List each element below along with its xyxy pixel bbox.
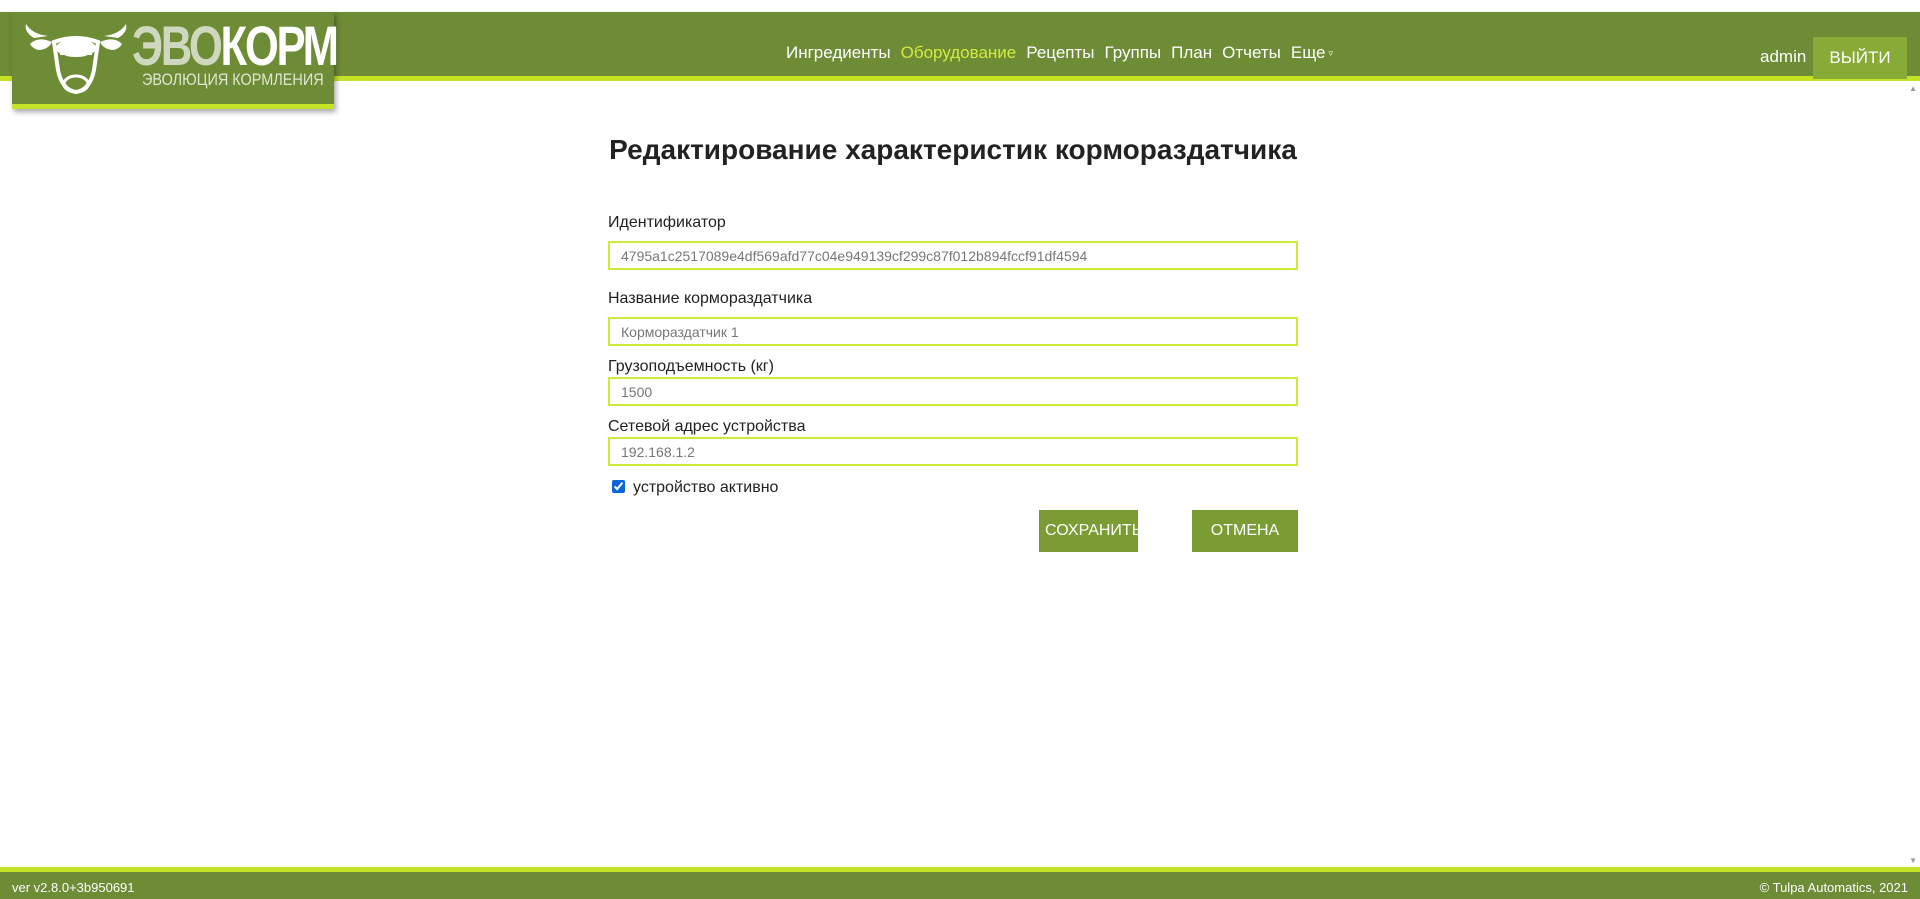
nav-plan[interactable]: План — [1171, 43, 1212, 63]
logout-button[interactable]: ВЫЙТИ — [1813, 37, 1907, 79]
nav-groups[interactable]: Группы — [1105, 43, 1162, 63]
chevron-down-icon: ▿ — [1328, 48, 1334, 59]
brand-part1: ЭВО — [132, 14, 223, 77]
copyright-text: © Tulpa Automatics, 2021 — [1759, 880, 1908, 895]
scrollbar[interactable] — [1906, 81, 1920, 868]
cow-head-icon — [25, 24, 127, 95]
brand-part2: КОРМ — [220, 14, 339, 77]
top-strip — [0, 0, 1920, 12]
cancel-button[interactable]: ОТМЕНА — [1192, 510, 1298, 552]
version-text: ver v2.8.0+3b950691 — [12, 880, 135, 895]
id-field[interactable] — [608, 241, 1298, 270]
nav-reports[interactable]: Отчеты — [1222, 43, 1281, 63]
scroll-up-icon[interactable]: ▲ — [1909, 84, 1917, 93]
scroll-down-icon[interactable]: ▼ — [1909, 856, 1917, 865]
id-label: Идентификатор — [608, 214, 726, 231]
nav-ingredients[interactable]: Ингредиенты — [786, 43, 891, 63]
username: admin — [1760, 47, 1807, 66]
nav-recipes[interactable]: Рецепты — [1026, 43, 1094, 63]
brand-name: ЭВОКОРМ — [132, 14, 339, 77]
address-field[interactable] — [608, 437, 1298, 466]
device-active-checkbox[interactable] — [612, 480, 625, 493]
save-button[interactable]: СОХРАНИТЬ — [1039, 510, 1142, 552]
footer-bar: ver v2.8.0+3b950691 © Tulpa Automatics, … — [0, 867, 1920, 899]
logo[interactable]: ЭВОКОРМ ЭВОЛЮЦИЯ КОРМЛЕНИЯ — [12, 12, 339, 109]
feeder-name-label: Название кормораздатчика — [608, 290, 813, 307]
main-nav: Ингредиенты Оборудование Рецепты Группы … — [786, 33, 1343, 73]
page-title: Редактирование характеристик кормораздат… — [609, 134, 1297, 165]
brand-slogan: ЭВОЛЮЦИЯ КОРМЛЕНИЯ — [142, 70, 324, 89]
nav-more-label: Еще — [1290, 43, 1326, 62]
nav-more[interactable]: Еще ▿ — [1291, 43, 1333, 63]
address-label: Сетевой адрес устройства — [608, 418, 806, 435]
capacity-label: Грузоподъемность (кг) — [608, 358, 774, 375]
capacity-field[interactable] — [608, 377, 1298, 406]
feeder-name-field[interactable] — [608, 317, 1298, 346]
device-active-label[interactable]: устройство активно — [633, 479, 778, 497]
nav-equipment[interactable]: Оборудование — [901, 43, 1017, 63]
